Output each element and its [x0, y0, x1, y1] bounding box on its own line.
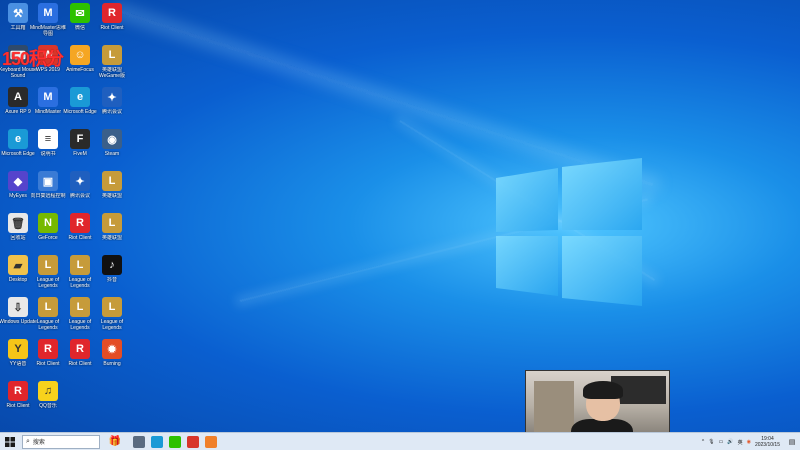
desktop-icon-label: 抖音 [106, 277, 117, 283]
app-icon: e [8, 129, 28, 149]
microphone-icon[interactable]: 🎙 [708, 439, 714, 445]
volume-icon[interactable]: 🔊 [727, 439, 733, 445]
desktop-icon-label: 英雄联盟 [101, 235, 122, 241]
app-icon: 🗑 [8, 213, 28, 233]
app-icon: L [102, 213, 122, 233]
windows-start-icon [5, 436, 15, 447]
search-placeholder: 搜索 [32, 440, 45, 446]
start-button[interactable] [0, 433, 20, 450]
app-icon: R [8, 381, 28, 401]
app-icon: ≡ [38, 129, 58, 149]
app-icon: L [70, 297, 90, 317]
desktop-icon[interactable]: ✦ 腾讯会议 [92, 87, 132, 115]
desktop-icon-label: League of Legends [100, 319, 124, 331]
news-widget-button[interactable]: 🎁 [100, 433, 130, 450]
taskbar-app-task-view[interactable] [130, 433, 148, 450]
app-icon: L [38, 255, 58, 275]
desktop-icon[interactable]: ✹ Burning [92, 339, 132, 367]
app-icon: L [70, 255, 90, 275]
app-icon: ▣ [38, 171, 58, 191]
search-icon: ⌕ [26, 437, 30, 445]
app-icon: ✉ [70, 3, 90, 23]
taskbar-clock[interactable]: 19:04 2023/10/15 [755, 436, 780, 448]
wechat-icon [169, 435, 181, 448]
app-icon: ◉ [102, 129, 122, 149]
desktop-icon[interactable]: ◉ Steam [92, 129, 132, 157]
desktop-icon-label: Riot Client [100, 25, 124, 31]
edge-icon [151, 435, 163, 448]
desktop-icon[interactable]: ♫ QQ音乐 [28, 381, 68, 409]
system-tray: ^ 🎙 ▭ 🔊 英 ◉ 19:04 2023/10/15 ▤ [702, 433, 800, 450]
app-icon: F [70, 129, 90, 149]
app-icon: L [102, 297, 122, 317]
app-icon: L [102, 171, 122, 191]
app-icon: R [102, 3, 122, 23]
taskbar-app-orange-app[interactable] [202, 433, 220, 450]
desktop-icon[interactable]: R Riot Client [92, 3, 132, 31]
app-icon: A [8, 87, 28, 107]
app-icon: ✦ [102, 87, 122, 107]
taskbar-app-wps[interactable] [184, 433, 202, 450]
score-overlay: 150积分 [2, 49, 64, 69]
desktop-icon[interactable]: L 英雄联盟 [92, 213, 132, 241]
task-view-icon [133, 435, 145, 448]
app-icon: R [38, 339, 58, 359]
app-icon: M [38, 87, 58, 107]
desktop-icon-label: Burning [103, 361, 121, 367]
input-language[interactable]: 英 [738, 439, 743, 446]
app-icon: R [70, 213, 90, 233]
taskbar-app-edge[interactable] [148, 433, 166, 450]
desktop-icon-label: QQ音乐 [39, 403, 57, 409]
app-icon: Y [8, 339, 28, 359]
desktop-icon[interactable]: ♪ 抖音 [92, 255, 132, 283]
desktop-background: ⚒ 工具箱 M MindMaster思维导图 ✉ 微信 R Riot Client ⌨ Keybo… [0, 0, 800, 432]
desktop-icon-label: 英雄联盟 [101, 193, 122, 199]
app-icon: ♪ [102, 255, 122, 275]
app-icon: ☺ [70, 45, 90, 65]
desktop-icon-label: Steam [104, 151, 120, 157]
app-tray-icon[interactable]: ◉ [747, 439, 751, 445]
wps-icon [187, 435, 199, 448]
desktop-icon-label: 英雄联盟 WeGame版 [98, 67, 126, 79]
app-icon: L [38, 297, 58, 317]
desktop-icon[interactable]: L 英雄联盟 [92, 171, 132, 199]
app-icon: N [38, 213, 58, 233]
app-icon: ⚒ [8, 3, 28, 23]
orange-app-icon [205, 435, 217, 448]
desktop-icon[interactable]: L 英雄联盟 WeGame版 [92, 45, 132, 79]
taskbar: ⌕ 搜索 🎁 ^ 🎙 ▭ 🔊 英 ◉ 19:04 2023/10/15 ▤ [0, 432, 800, 450]
clock-date: 2023/10/15 [754, 442, 780, 448]
app-icon: L [102, 45, 122, 65]
app-icon: ⇩ [8, 297, 28, 317]
app-icon: ◆ [8, 171, 28, 191]
app-icon: ♫ [38, 381, 58, 401]
app-icon: ✹ [102, 339, 122, 359]
desktop-icon[interactable]: L League of Legends [92, 297, 132, 331]
desktop-icon-label: 腾讯会议 [101, 109, 122, 115]
network-icon[interactable]: ▭ [719, 439, 724, 445]
taskbar-app-wechat[interactable] [166, 433, 184, 450]
app-icon: ▰ [8, 255, 28, 275]
app-icon: ✦ [70, 171, 90, 191]
taskbar-app-list [130, 433, 220, 450]
notification-center-icon[interactable]: ▤ [786, 435, 798, 449]
windows-logo [496, 158, 642, 306]
taskbar-search-box[interactable]: ⌕ 搜索 [22, 434, 100, 449]
app-icon: R [70, 339, 90, 359]
webcam-person-hair [583, 381, 623, 399]
app-icon: M [38, 3, 58, 23]
chevron-up-icon[interactable]: ^ [702, 439, 704, 445]
gift-icon: 🎁 [108, 436, 122, 447]
app-icon: e [70, 87, 90, 107]
